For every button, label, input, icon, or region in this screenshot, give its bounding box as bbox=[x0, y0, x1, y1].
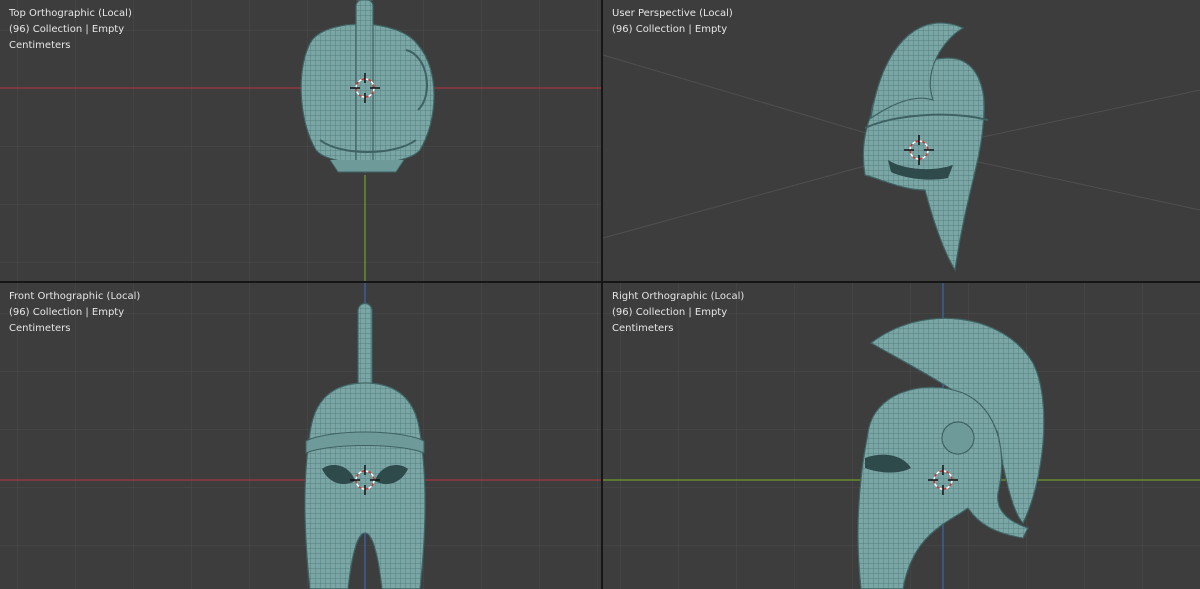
viewport-front-orthographic[interactable]: Front Orthographic (Local) (96) Collecti… bbox=[0, 283, 601, 589]
collection-label: (96) Collection | Empty bbox=[9, 307, 125, 318]
viewport-user-perspective[interactable]: User Perspective (Local) (96) Collection… bbox=[603, 0, 1200, 281]
units-label: Centimeters bbox=[9, 323, 71, 334]
collection-label: (96) Collection | Empty bbox=[612, 307, 728, 318]
units-label: Centimeters bbox=[612, 323, 674, 334]
view-name-label: Front Orthographic (Local) bbox=[9, 291, 141, 302]
view-name-label: Top Orthographic (Local) bbox=[9, 8, 132, 19]
helmet-mesh[interactable] bbox=[862, 22, 989, 272]
viewport-top-orthographic[interactable]: Top Orthographic (Local) (96) Collection… bbox=[0, 0, 601, 281]
units-label: Centimeters bbox=[9, 40, 71, 51]
viewport-right-orthographic[interactable]: Right Orthographic (Local) (96) Collecti… bbox=[603, 283, 1200, 589]
viewport-canvas[interactable] bbox=[603, 0, 1200, 281]
viewport-info-overlay: User Perspective (Local) (96) Collection… bbox=[612, 6, 733, 38]
view-name-label: Right Orthographic (Local) bbox=[612, 291, 745, 302]
collection-label: (96) Collection | Empty bbox=[9, 24, 125, 35]
viewport-info-overlay: Front Orthographic (Local) (96) Collecti… bbox=[9, 289, 140, 337]
viewport-info-overlay: Top Orthographic (Local) (96) Collection… bbox=[9, 6, 132, 54]
view-name-label: User Perspective (Local) bbox=[612, 8, 733, 19]
collection-label: (96) Collection | Empty bbox=[612, 24, 728, 35]
viewport-info-overlay: Right Orthographic (Local) (96) Collecti… bbox=[612, 289, 744, 337]
